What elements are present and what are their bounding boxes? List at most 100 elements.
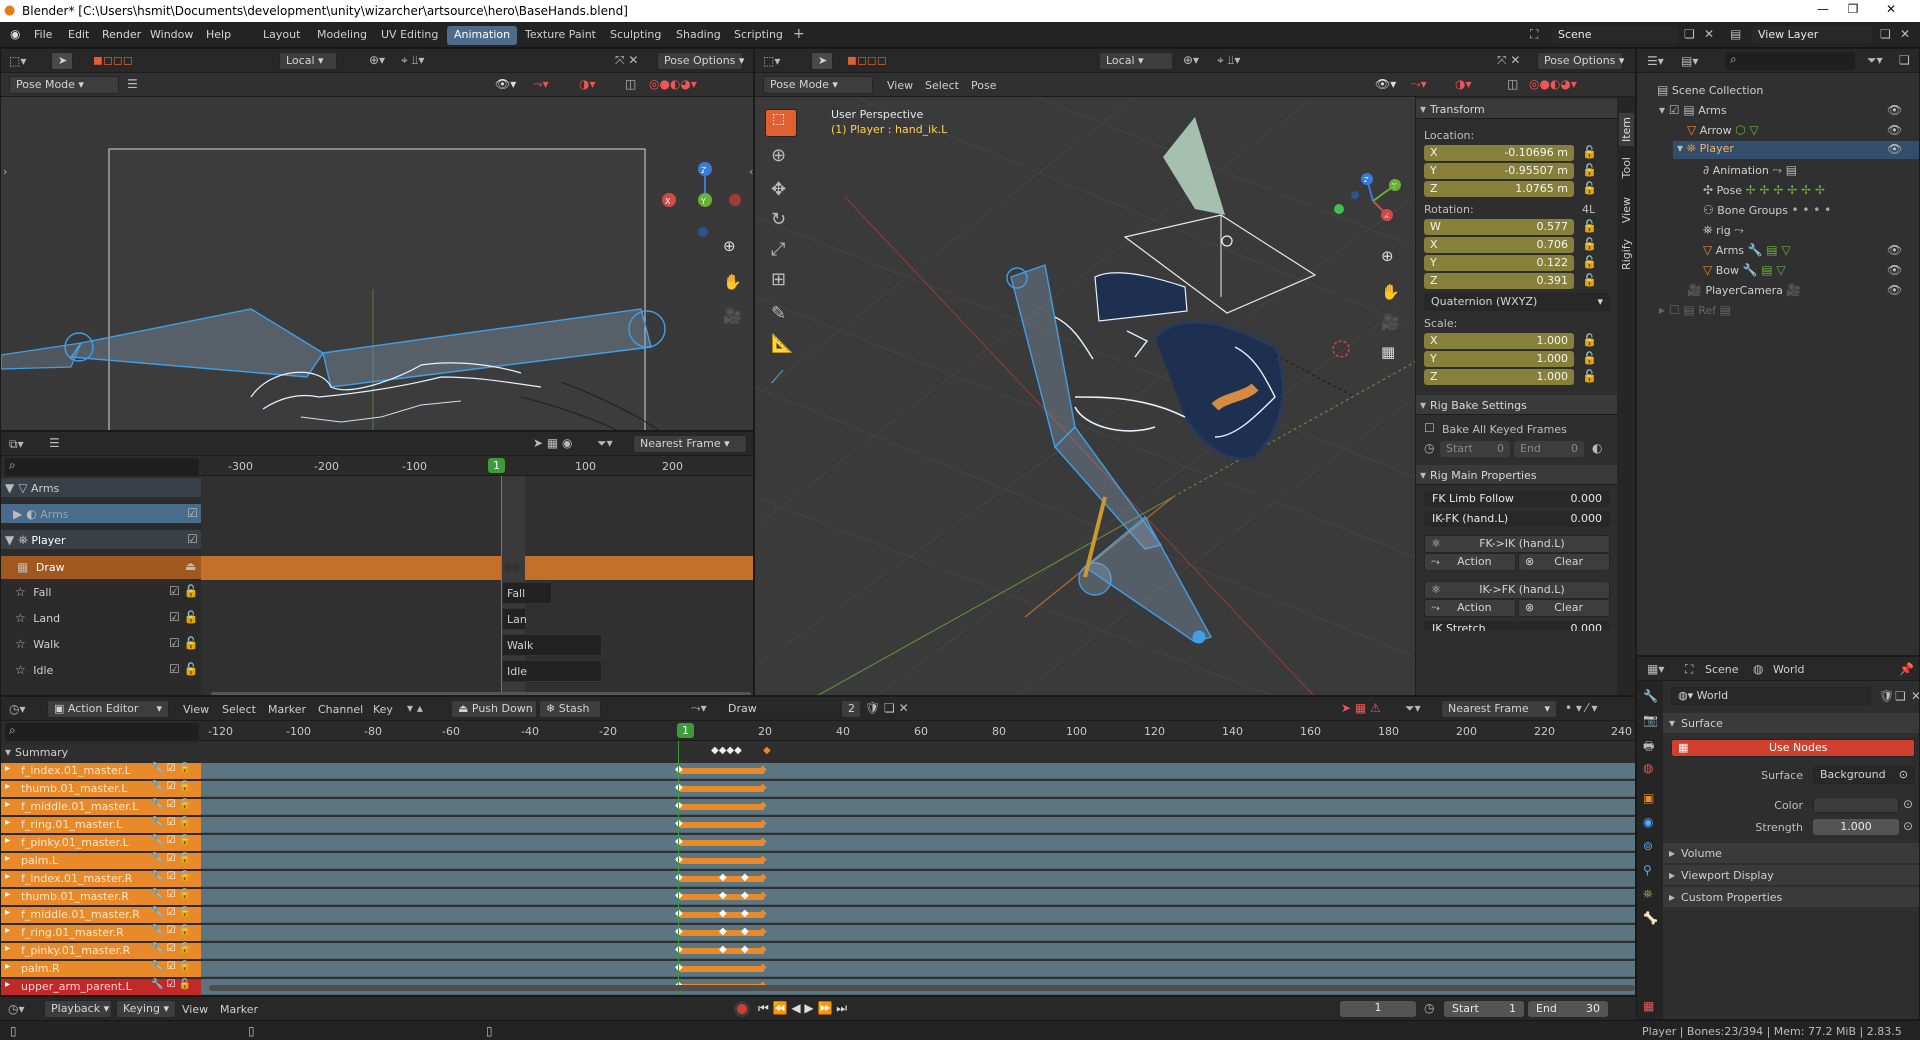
world-datablock-selector[interactable]: ◍▾ World <box>1671 687 1871 705</box>
zoom-icon[interactable]: ⊕ <box>1381 247 1394 265</box>
nla-strip-idle[interactable]: Idle <box>502 660 602 682</box>
fk-to-ik-button[interactable]: ⚛ FK->IK (hand.L) <box>1424 535 1610 553</box>
tab-uv-editing[interactable]: UV Editing <box>374 26 445 45</box>
channel-toggles-icon[interactable]: 🔧 ☑ 🔓 <box>151 763 191 774</box>
tab-item[interactable]: Item <box>1619 113 1634 147</box>
ae-current-frame[interactable]: 1 <box>677 723 694 738</box>
nla-menu-icon[interactable]: ☰ <box>49 436 60 450</box>
outliner-row-rig[interactable]: ⛯ rig ⤳ <box>1703 223 1919 239</box>
action-browse-icon[interactable]: ⤳▾ <box>691 701 707 716</box>
lock-icon[interactable]: 🔓 <box>1582 351 1597 365</box>
camera-view-icon[interactable]: 🎥 <box>723 307 742 325</box>
strength-link-icon[interactable]: ⊙ <box>1903 819 1913 833</box>
lock-icon[interactable]: 🔓 <box>1582 273 1597 287</box>
bake-start-field[interactable]: Start 0 <box>1440 441 1510 457</box>
close-icon[interactable]: ✕ <box>1876 2 1906 16</box>
ik-fk-action-button[interactable]: ⤳ Action <box>1424 599 1516 617</box>
rotation-x-field[interactable]: X 0.706 <box>1424 237 1574 253</box>
keyframe-icon[interactable]: ◆ <box>759 818 767 829</box>
ae-ruler[interactable]: -120 -100 -80 -60 -40 -20 20 40 60 80 10… <box>201 721 1635 741</box>
fk-ik-clear-button[interactable]: ⊗ Clear <box>1518 553 1610 571</box>
lock-icon[interactable]: 🔓 <box>1582 219 1597 233</box>
ae-channel-row[interactable]: f_index.01_master.R 🔧 ☑ 🔓 ▸ <box>1 871 201 887</box>
nla-track-land[interactable]: ☆ Land ☑ 🔓 <box>1 608 201 628</box>
hamburger-icon[interactable]: ☰ <box>127 77 138 91</box>
rotation-w-field[interactable]: W 0.577 <box>1424 219 1574 235</box>
ik-stretch-field[interactable]: IK Stretch 0.000 <box>1424 621 1610 631</box>
keyframe-icon[interactable]: ◆ <box>741 872 749 883</box>
scale-y-field[interactable]: Y 1.000 <box>1424 351 1574 367</box>
menu-pose[interactable]: Pose <box>971 79 996 92</box>
proportional-edit-icon[interactable]: • ▾ ⁄ ▾ <box>1565 701 1598 715</box>
channel-toggles-icon[interactable]: 🔧 ☑ 🔓 <box>151 835 191 846</box>
fk-limb-follow-field[interactable]: FK Limb Follow 0.000 <box>1424 491 1610 507</box>
lock-icon[interactable]: 🔓 <box>1582 163 1597 177</box>
annotate-tool-icon[interactable]: ✎ <box>771 303 786 324</box>
only-selected-icon[interactable]: ➤ ▦ ⚠ <box>1341 701 1381 715</box>
nla-track-player[interactable]: ▼ ⛯ Player ☑ <box>1 530 201 550</box>
keyframe-icon[interactable]: ◆ <box>741 908 749 919</box>
bone-props-icon[interactable]: 🦴 <box>1643 911 1658 925</box>
channel-toggles-icon[interactable]: 🔧 ☑ 🔓 <box>151 925 191 936</box>
menu-window[interactable]: Window <box>150 28 193 41</box>
ae-channel-row[interactable]: thumb.01_master.R 🔧 ☑ 🔓 ▸ <box>1 889 201 905</box>
xray-icon[interactable]: ◫ <box>1507 77 1518 91</box>
xray-icon[interactable]: ◫ <box>625 77 636 91</box>
keyframe-icon[interactable]: ◆ <box>759 944 767 955</box>
timeline-editor-icon[interactable]: ◷▾ <box>8 1002 25 1016</box>
summary-keyframes-icon[interactable]: ◆◆◆◆ <box>711 745 742 756</box>
tab-texture-paint[interactable]: Texture Paint <box>518 26 603 45</box>
channel-toggles-icon[interactable]: 🔧 ☑ 🔓 <box>151 979 191 990</box>
expand-channel-icon[interactable]: ▸ <box>5 907 10 918</box>
lock-icon[interactable]: 🔓 <box>1582 333 1597 347</box>
current-frame-field[interactable]: 1 <box>1340 1001 1416 1017</box>
delete-scene-icon[interactable]: ✕ <box>1704 27 1714 41</box>
menu-view[interactable]: View <box>887 79 913 92</box>
nla-track-arms-action[interactable]: ▶ ◐ Arms ☑ <box>1 504 201 524</box>
channel-toggles-icon[interactable]: 🔧 ☑ 🔓 <box>151 799 191 810</box>
object-props-icon[interactable]: ▣ <box>1643 791 1654 805</box>
outliner-row-bone-groups[interactable]: ⚇ Bone Groups • • • • <box>1703 203 1919 219</box>
keyframe-icon[interactable]: ◆ <box>759 836 767 847</box>
action-fake-user-icon[interactable]: 🛡 ❏ ✕ <box>865 701 909 715</box>
lock-icon[interactable]: 🔓 <box>1582 255 1597 269</box>
left-viewport-canvas[interactable]: Z X Y ⊕ ✋ 🎥 ‹ › <box>1 97 753 430</box>
minimize-icon[interactable]: — <box>1808 2 1838 16</box>
rig-bake-section-header[interactable]: ▾ Rig Bake Settings <box>1416 395 1618 415</box>
ae-search-input[interactable]: ⌕ <box>5 723 199 741</box>
keyframe-icon[interactable]: ◆ <box>759 782 767 793</box>
nla-track-draw-active[interactable]: ▦ Draw ⏏ <box>1 556 201 580</box>
color-link-icon[interactable]: ⊙ <box>1903 797 1913 811</box>
tab-modeling[interactable]: Modeling <box>310 26 374 45</box>
select-tool-icon[interactable]: ➤ <box>51 52 73 70</box>
keyframe-icon[interactable]: ◆ <box>759 764 767 775</box>
tab-view[interactable]: View <box>1619 193 1634 227</box>
left-mode-dropdown[interactable]: Pose Mode ▾ <box>9 76 119 94</box>
outliner-row-player-camera[interactable]: 🎥 PlayerCamera 🎥 👁 <box>1687 283 1919 299</box>
nla-track-arms[interactable]: ▼ ▽ Arms <box>1 478 201 498</box>
ae-channel-row[interactable]: f_pinky.01_master.L 🔧 ☑ 🔓 ▸ <box>1 835 201 851</box>
outliner-editor-icon[interactable]: ☰▾ <box>1647 54 1664 68</box>
channel-toggles-icon[interactable]: 🔧 ☑ 🔓 <box>151 907 191 918</box>
keyframe-icon[interactable]: ◆ <box>741 944 749 955</box>
mirror-icon[interactable]: ⤧ ✕ <box>1497 53 1520 68</box>
keyframe-icon[interactable]: ◆ <box>759 908 767 919</box>
pose-options-dropdown[interactable]: Pose Options ▾ <box>657 52 744 70</box>
viewport-display-section-header[interactable]: ▸ Viewport Display <box>1663 865 1919 885</box>
scale-z-field[interactable]: Z 1.000 <box>1424 369 1574 385</box>
blender-menu-icon[interactable]: ◉ <box>10 27 20 41</box>
outliner-row-arrow[interactable]: ▽ Arrow ⬡ ▽ 👁 <box>1687 123 1919 139</box>
outliner-row-arms-mesh[interactable]: ▽ Arms 🔧 ▤ ▽ 👁 <box>1703 243 1919 259</box>
keyframe-icon[interactable]: ◆ <box>759 926 767 937</box>
expand-channel-icon[interactable]: ▸ <box>5 835 10 846</box>
expand-channel-icon[interactable]: ▸ <box>5 925 10 936</box>
expand-channel-icon[interactable]: ▸ <box>5 889 10 900</box>
view-layer-selector[interactable]: View Layer <box>1752 26 1872 44</box>
expand-channel-icon[interactable]: ▸ <box>5 817 10 828</box>
expand-channel-icon[interactable]: ▸ <box>5 961 10 972</box>
outliner-row-bow[interactable]: ▽ Bow 🔧 ▤ ▽ 👁 <box>1703 263 1919 279</box>
pan-hand-icon[interactable]: ✋ <box>723 273 742 291</box>
tab-sculpting[interactable]: Sculpting <box>603 26 668 45</box>
menu-render[interactable]: Render <box>102 28 141 41</box>
shading-modes-icon[interactable]: ◎●◐◕▾ <box>1529 77 1577 91</box>
